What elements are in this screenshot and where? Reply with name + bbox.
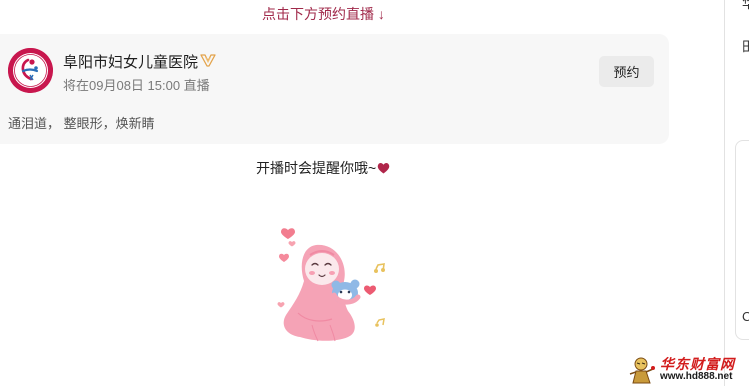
live-schedule: 将在09月08日 15:00 直播 [63,78,210,93]
live-reservation-card: 阜阳市妇女儿童医院 将在09月08日 15:00 直播 预约 通泪道， 整眼形，… [0,34,669,144]
site-watermark: 华东财富网 www.hd888.net [626,354,748,384]
reminder-label: 开播时会提醒你哦~ [256,160,377,176]
verified-badge-icon [200,54,216,67]
side-label-bottom: C [742,309,749,324]
side-widget-box: C [735,140,749,340]
hospital-avatar[interactable] [8,48,53,93]
hospital-name[interactable]: 阜阳市妇女儿童医院 [63,51,198,72]
watermark-url: www.hd888.net [660,371,733,382]
side-label-middle: 田 [742,39,749,54]
reserve-button[interactable]: 预约 [599,56,654,87]
reserve-hint: 点击下方预约直播 ↓ [262,6,385,22]
mascot-illustration-icon [277,228,385,342]
hospital-logo-icon [8,48,53,93]
reminder-text: 开播时会提醒你哦~ [256,158,390,178]
side-label-top: 华 [742,0,749,11]
side-panel: 华 田 C [724,0,749,386]
heart-icon [377,163,390,174]
live-description: 通泪道， 整眼形，焕新睛 [8,116,155,131]
watermark-mascot-icon [629,357,655,384]
